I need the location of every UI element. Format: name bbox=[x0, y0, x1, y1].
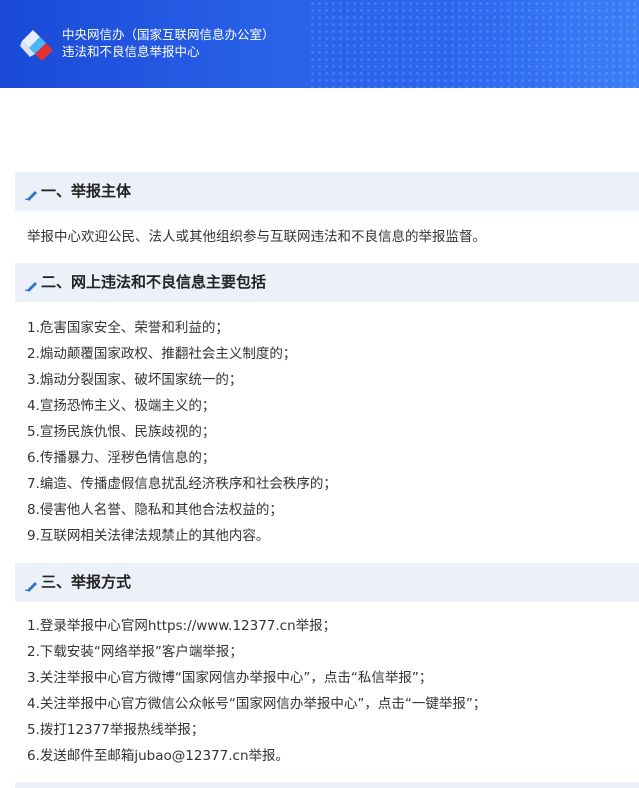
banner-dot-pattern bbox=[309, 0, 639, 88]
list-item: 3.煽动分裂国家、破坏国家统一的； bbox=[27, 372, 243, 388]
banner-title: 中央网信办（国家互联网信息办公室） 违法和不良信息举报中心 bbox=[62, 26, 275, 60]
list-item: 4.关注举报中心官方微信公众帐号“国家网信办举报中心”，点击“一键举报”； bbox=[27, 696, 487, 712]
section-title: 一、举报主体 bbox=[41, 182, 132, 200]
header-banner: 中央网信办（国家互联网信息办公室） 违法和不良信息举报中心 bbox=[0, 0, 639, 88]
list-item: 3.关注举报中心官方微博“国家网信办举报中心”，点击“私信举报”； bbox=[27, 670, 433, 686]
section-header-content-types: 二、网上违法和不良信息主要包括 bbox=[15, 263, 639, 302]
list-item: 7.编造、传播虚假信息扰乱经济秩序和社会秩序的； bbox=[27, 476, 337, 492]
section-text-subject: 举报中心欢迎公民、法人或其他组织参与互联网违法和不良信息的举报监督。 bbox=[27, 229, 486, 245]
list-item: 6.传播暴力、淫秽色情信息的； bbox=[27, 450, 216, 466]
list-item: 8.侵害他人名誉、隐私和其他合法权益的； bbox=[27, 502, 283, 518]
section-title: 三、举报方式 bbox=[41, 573, 132, 591]
content-type-list: 1.危害国家安全、荣誉和利益的； 2.煽动颠覆国家政权、推翻社会主义制度的； 3… bbox=[27, 318, 337, 552]
section-title: 二、网上违法和不良信息主要包括 bbox=[41, 273, 267, 291]
list-item: 2.下载安装“网络举报”客户端举报； bbox=[27, 644, 243, 660]
list-item: 1.危害国家安全、荣誉和利益的； bbox=[27, 320, 229, 336]
list-item: 5.宣扬民族仇恨、民族歧视的； bbox=[27, 424, 216, 440]
next-section-header-edge bbox=[15, 782, 639, 788]
list-item: 1.登录举报中心官网https://www.12377.cn举报； bbox=[27, 618, 337, 634]
pen-icon bbox=[25, 582, 37, 592]
banner-title-line1: 中央网信办（国家互联网信息办公室） bbox=[62, 27, 275, 42]
list-item: 4.宣扬恐怖主义、极端主义的； bbox=[27, 398, 216, 414]
banner-title-line2: 违法和不良信息举报中心 bbox=[62, 44, 200, 59]
report-method-list: 1.登录举报中心官网https://www.12377.cn举报； 2.下载安装… bbox=[27, 616, 486, 772]
reporting-center-logo bbox=[20, 30, 53, 61]
section-header-report-methods: 三、举报方式 bbox=[15, 563, 639, 602]
list-item: 6.发送邮件至邮箱jubao@12377.cn举报。 bbox=[27, 748, 290, 764]
list-item: 2.煽动颠覆国家政权、推翻社会主义制度的； bbox=[27, 346, 297, 362]
section-header-subject: 一、举报主体 bbox=[15, 172, 639, 211]
list-item: 5.拨打12377举报热线举报； bbox=[27, 722, 205, 738]
pen-icon bbox=[25, 191, 37, 201]
pen-icon bbox=[25, 282, 37, 292]
list-item: 9.互联网相关法律法规禁止的其他内容。 bbox=[27, 528, 270, 544]
